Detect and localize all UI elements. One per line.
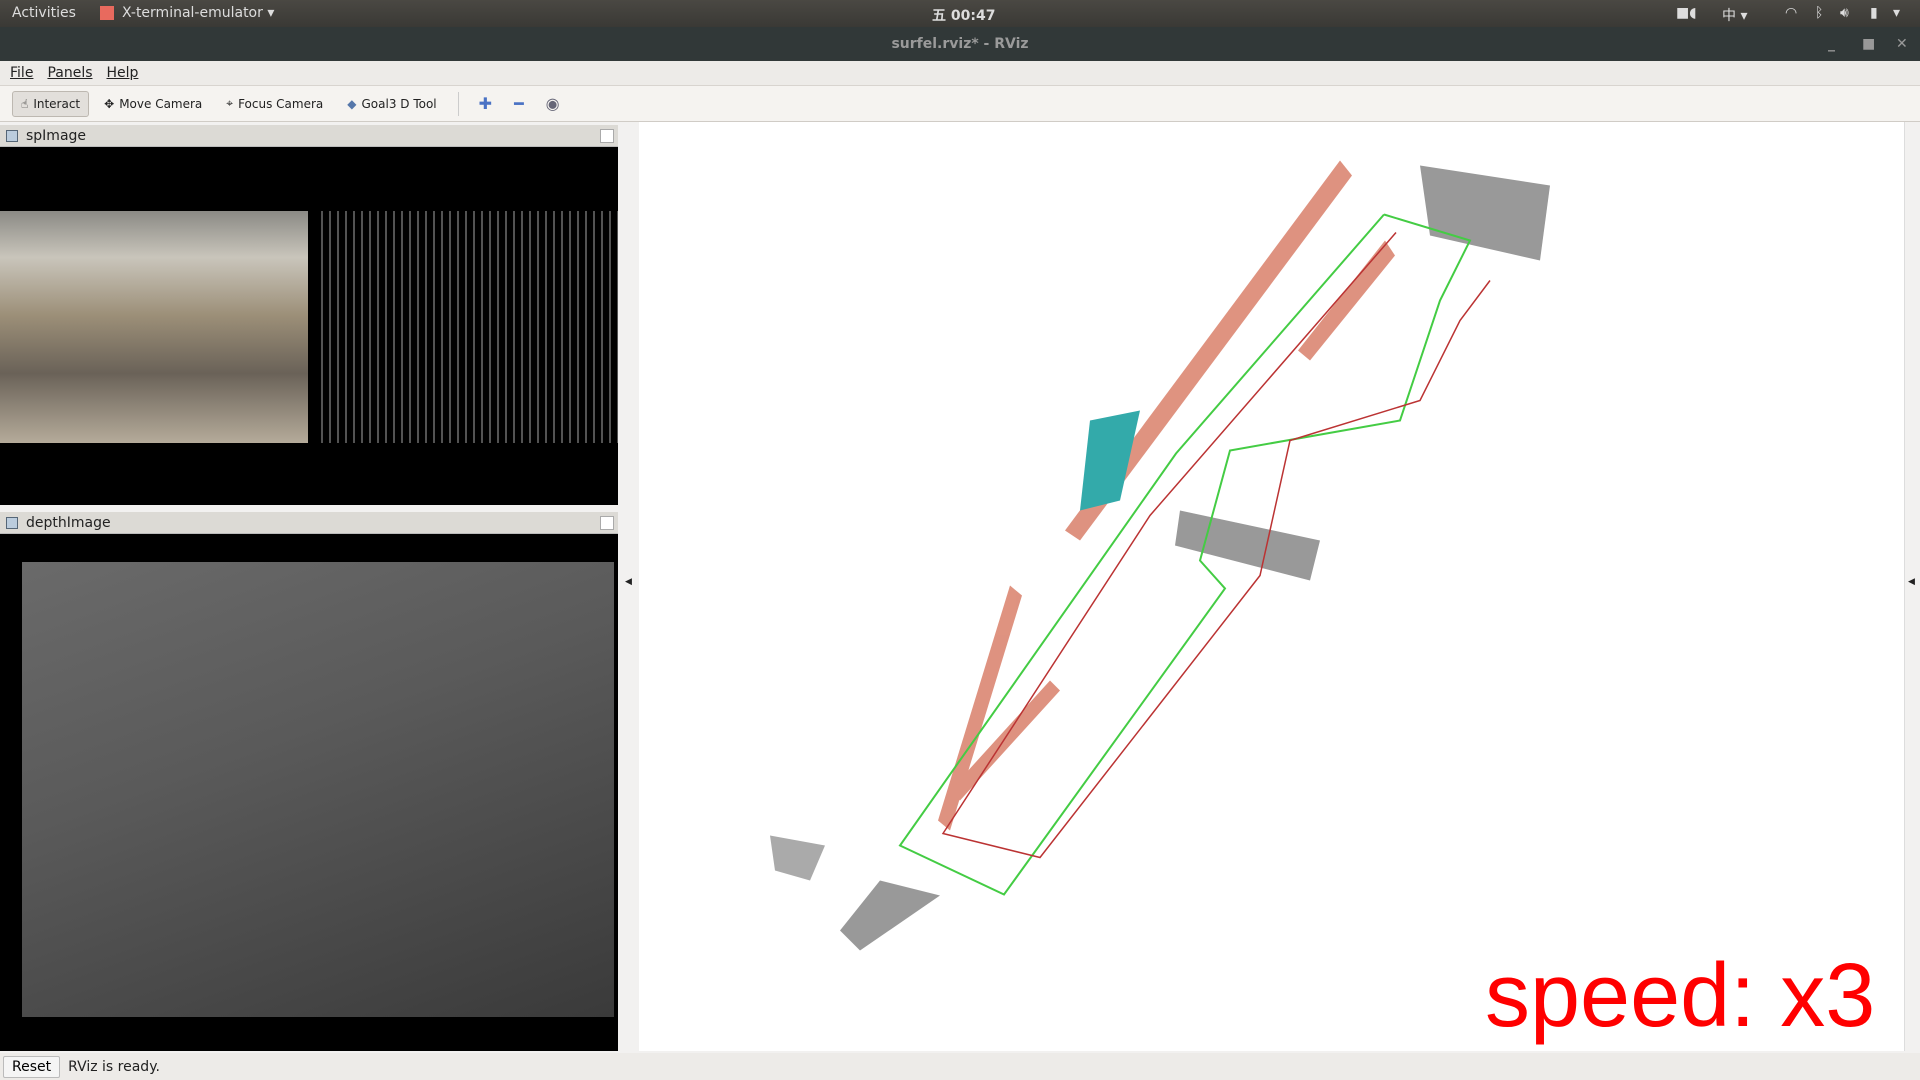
- volume-icon[interactable]: 🔊︎: [1840, 5, 1849, 21]
- close-button[interactable]: ✕: [1896, 27, 1908, 61]
- object-points: [770, 166, 1550, 951]
- activities-button[interactable]: Activities: [12, 5, 76, 21]
- interact-label: Interact: [33, 97, 80, 111]
- crosshair-icon: ⌖: [226, 96, 233, 111]
- image-icon: [6, 130, 18, 142]
- focus-camera-label: Focus Camera: [238, 97, 323, 111]
- status-bar: Reset RViz is ready.: [0, 1053, 1920, 1080]
- panel-splitter[interactable]: ◀: [618, 122, 639, 1051]
- spimage-title: spImage: [26, 128, 86, 144]
- wifi-icon[interactable]: ◠: [1785, 5, 1797, 21]
- surfel-image: [318, 211, 618, 443]
- depthimage-title: depthImage: [26, 515, 111, 531]
- focus-camera-button[interactable]: ⌖ Focus Camera: [217, 90, 332, 117]
- app-menu[interactable]: X-terminal-emulator ▾: [100, 5, 274, 21]
- diamond-icon: ◆: [347, 97, 356, 111]
- toolbar-divider: [458, 92, 459, 116]
- menu-file[interactable]: File: [10, 65, 33, 81]
- hand-icon: ☝: [21, 97, 28, 111]
- move-icon: ✥: [104, 97, 114, 111]
- status-message: RViz is ready.: [68, 1059, 160, 1075]
- terminal-icon: [100, 6, 114, 20]
- depthimage-panel-header[interactable]: depthImage: [0, 512, 618, 534]
- minimize-button[interactable]: _: [1828, 27, 1835, 61]
- spimage-display: [0, 147, 618, 505]
- input-method-menu[interactable]: 中 ▾: [1722, 5, 1747, 25]
- battery-icon[interactable]: ▮: [1870, 5, 1878, 21]
- maximize-button[interactable]: ■: [1862, 27, 1875, 61]
- menu-panels[interactable]: Panels: [47, 65, 92, 81]
- goal3d-label: Goal3 D Tool: [361, 97, 436, 111]
- depth-image: [22, 562, 614, 1017]
- point-cloud-map: [639, 122, 1904, 1051]
- window-titlebar: surfel.rviz* - RViz _ ■ ✕: [0, 27, 1920, 61]
- toolbar: ☝ Interact ✥ Move Camera ⌖ Focus Camera ◆ Go…: [0, 86, 1920, 122]
- reset-button[interactable]: Reset: [3, 1056, 60, 1078]
- right-dock-handle[interactable]: ◀: [1904, 122, 1920, 1051]
- app-menu-label: X-terminal-emulator ▾: [122, 5, 274, 21]
- image-icon: [6, 517, 18, 529]
- camera-icon[interactable]: ■◖: [1676, 5, 1697, 21]
- spimage-panel-header[interactable]: spImage: [0, 125, 618, 147]
- remove-tool-icon[interactable]: ━: [506, 94, 532, 113]
- window-title: surfel.rviz* - RViz: [891, 36, 1028, 52]
- collapse-left-icon[interactable]: ◀: [625, 577, 632, 587]
- collapse-right-icon[interactable]: ◀: [1908, 577, 1915, 587]
- menu-bar: File Panels Help: [0, 61, 1920, 86]
- green-trajectory: [900, 215, 1470, 895]
- move-camera-button[interactable]: ✥ Move Camera: [95, 91, 211, 117]
- add-tool-icon[interactable]: ✚: [471, 94, 500, 113]
- interact-tool-button[interactable]: ☝ Interact: [12, 91, 89, 117]
- system-top-bar: Activities X-terminal-emulator ▾ 五 00:47…: [0, 0, 1920, 27]
- depthimage-display: [0, 534, 618, 1051]
- bluetooth-icon[interactable]: ᛒ: [1815, 5, 1823, 21]
- menu-help[interactable]: Help: [107, 65, 139, 81]
- clock[interactable]: 五 00:47: [932, 5, 995, 25]
- rgb-image: [0, 211, 308, 443]
- move-camera-label: Move Camera: [119, 97, 202, 111]
- system-menu-chevron-icon[interactable]: ▾: [1893, 5, 1900, 21]
- undock-button[interactable]: [600, 129, 614, 143]
- eye-icon[interactable]: ◉: [538, 94, 568, 113]
- 3d-render-view[interactable]: speed: x3: [639, 122, 1904, 1051]
- speed-overlay: speed: x3: [1485, 945, 1875, 1048]
- undock-button[interactable]: [600, 516, 614, 530]
- goal3d-tool-button[interactable]: ◆ Goal3 D Tool: [338, 91, 445, 117]
